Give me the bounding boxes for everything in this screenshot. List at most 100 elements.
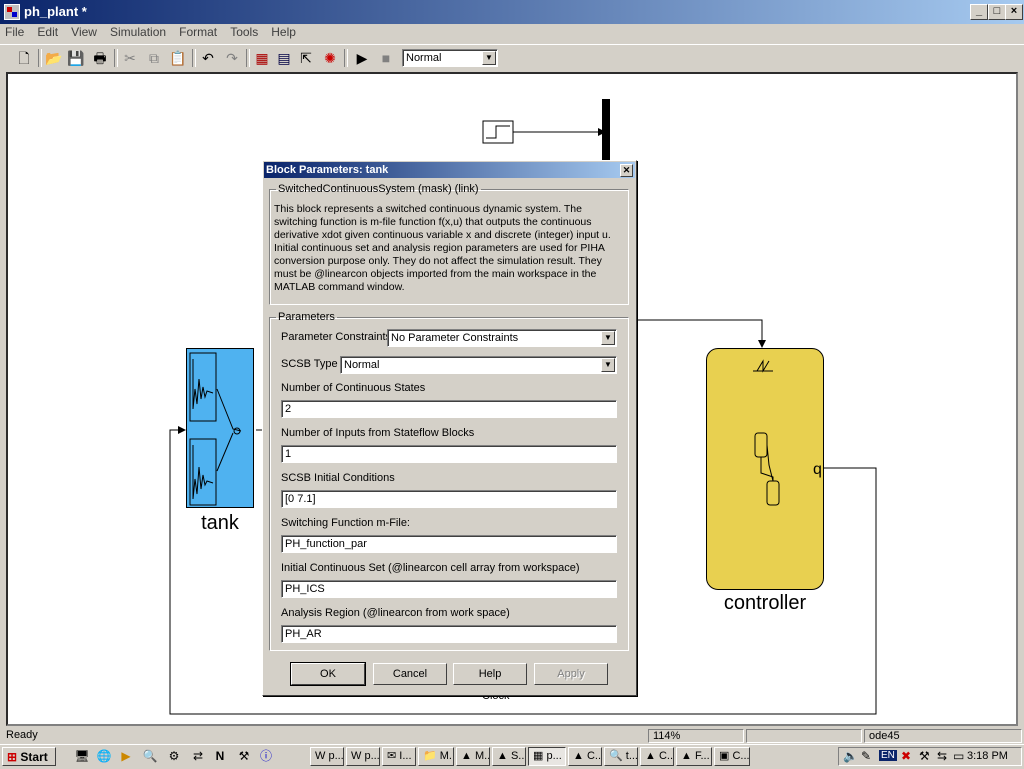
task-word-2[interactable]: W p... [346, 747, 380, 766]
controller-block[interactable]: q [706, 348, 824, 590]
quicklaunch-explorer-icon[interactable]: 🌐 [96, 748, 112, 764]
window-title-bar[interactable]: ph_plant * _ □ × [0, 0, 1024, 24]
task-label: M... [439, 750, 453, 762]
toolbar-separator [114, 49, 118, 67]
model-explorer-icon[interactable]: ▤ [274, 48, 294, 68]
cancel-button[interactable]: Cancel [373, 663, 447, 685]
dialog-title-bar[interactable]: Block Parameters: tank ✕ [264, 162, 635, 178]
window-icon: ▣ [719, 750, 730, 762]
minimize-button[interactable]: _ [970, 4, 988, 20]
menu-help[interactable]: Help [266, 24, 301, 40]
chevron-down-icon[interactable]: ▼ [601, 331, 615, 345]
initial-conditions-field[interactable]: [0 7.1] [281, 490, 617, 508]
tray-app-icon[interactable]: ✎ [861, 749, 871, 763]
save-icon[interactable]: 💾 [66, 48, 86, 68]
task-c-2[interactable]: ▲ C... [640, 747, 674, 766]
stateflow-chart-icon [753, 359, 780, 506]
print-icon[interactable]: 🖶 [90, 48, 110, 68]
scsb-type-label: SCSB Type [281, 358, 338, 370]
scsb-type-select[interactable]: Normal ▼ [340, 356, 617, 374]
tray-network-icon[interactable]: ⇆ [937, 749, 947, 763]
parameter-constraints-select[interactable]: No Parameter Constraints ▼ [387, 329, 617, 347]
quicklaunch-media-icon[interactable]: ▶ [118, 748, 134, 764]
quicklaunch-search-icon[interactable]: 🔍 [142, 748, 158, 764]
quicklaunch-desktop-icon[interactable]: 🖥 [74, 748, 90, 764]
simulation-mode-select[interactable]: Normal ▼ [402, 49, 498, 67]
new-file-icon[interactable]: 🗋 [14, 48, 34, 68]
controller-output-port-label: q [813, 461, 822, 478]
quicklaunch-network-icon[interactable]: ⇄ [190, 748, 206, 764]
simulink-icon: ▦ [533, 750, 544, 762]
mask-description: This block represents a switched continu… [274, 203, 611, 293]
task-t[interactable]: 🔍 t... [604, 747, 638, 766]
start-simulation-icon[interactable]: ▶ [352, 48, 372, 68]
tank-block[interactable] [186, 348, 254, 508]
task-label: S... [510, 750, 526, 762]
volume-icon[interactable]: 🔈 [843, 749, 858, 763]
word-icon: W [315, 750, 326, 762]
menu-format[interactable]: Format [174, 24, 222, 40]
quicklaunch-info-icon[interactable]: ⓘ [258, 748, 274, 764]
undo-icon[interactable]: ↶ [198, 48, 218, 68]
tray-tool-icon[interactable]: ⚒ [919, 749, 930, 763]
initial-set-field[interactable]: PH_ICS [281, 580, 617, 598]
tank-block-label: tank [201, 512, 239, 534]
maximize-button[interactable]: □ [988, 4, 1006, 20]
analysis-region-field[interactable]: PH_AR [281, 625, 617, 643]
tray-monitor-icon[interactable]: ▭ [953, 749, 964, 763]
redo-icon[interactable]: ↷ [222, 48, 242, 68]
task-label: C... [658, 750, 674, 762]
taskbar: ⊞ Start 🖥 🌐 ▶ 🔍 ⚙ ⇄ N ⚒ ⓘ W p... W p... … [0, 744, 1024, 769]
clock[interactable]: 3:18 PM [967, 750, 1008, 762]
menu-simulation[interactable]: Simulation [105, 24, 171, 40]
paste-icon[interactable]: 📋 [168, 48, 188, 68]
debug-icon[interactable]: ✺ [320, 48, 340, 68]
stop-simulation-icon[interactable]: ■ [376, 48, 396, 68]
help-button[interactable]: Help [453, 663, 527, 685]
open-folder-icon[interactable]: 📂 [44, 48, 64, 68]
start-button[interactable]: ⊞ Start [2, 747, 56, 766]
task-c-1[interactable]: ▲ C... [568, 747, 602, 766]
quicklaunch-settings-icon[interactable]: ⚒ [236, 748, 252, 764]
simulink-app-icon [4, 4, 20, 20]
task-folder[interactable]: 📁 M... [418, 747, 454, 766]
task-word-1[interactable]: W p... [310, 747, 344, 766]
dialog-close-icon[interactable]: ✕ [620, 164, 633, 177]
chevron-down-icon[interactable]: ▼ [482, 51, 496, 65]
apply-button[interactable]: Apply [534, 663, 608, 685]
num-inputs-field[interactable]: 1 [281, 445, 617, 463]
switching-function-field[interactable]: PH_function_par [281, 535, 617, 553]
task-inbox[interactable]: ✉ I... [382, 747, 416, 766]
search-icon: 🔍 [609, 750, 623, 762]
menu-view[interactable]: View [66, 24, 102, 40]
copy-icon[interactable]: ⧉ [144, 48, 164, 68]
language-indicator[interactable]: EN [879, 750, 897, 761]
ok-button[interactable]: OK [290, 662, 366, 686]
folder-icon: 📁 [423, 750, 437, 762]
tray-x-icon[interactable]: ✖ [901, 749, 911, 763]
toolbar: 🗋 📂 💾 🖶 ✂ ⧉ 📋 ↶ ↷ ▦ ▤ ⇱ ✺ ▶ ■ Normal ▼ [0, 44, 1024, 71]
simulation-mode-value: Normal [406, 52, 442, 64]
solver-name: ode45 [864, 729, 1022, 743]
go-to-parent-icon[interactable]: ⇱ [296, 48, 316, 68]
close-button[interactable]: × [1005, 4, 1023, 20]
task-label: p... [364, 750, 380, 762]
task-c-3[interactable]: ▣ C... [714, 747, 750, 766]
chevron-down-icon[interactable]: ▼ [601, 358, 615, 372]
library-browser-icon[interactable]: ▦ [252, 48, 272, 68]
task-simulink-active[interactable]: ▦ p... [528, 747, 566, 766]
menu-tools[interactable]: Tools [225, 24, 263, 40]
task-f[interactable]: ▲ F... [676, 747, 712, 766]
quicklaunch-n-icon[interactable]: N [212, 748, 228, 764]
tank-block-icon [189, 352, 242, 506]
task-matlab-2[interactable]: ▲ S... [492, 747, 526, 766]
num-states-field[interactable]: 2 [281, 400, 617, 418]
menu-file[interactable]: File [0, 24, 29, 40]
menu-edit[interactable]: Edit [32, 24, 63, 40]
cut-icon[interactable]: ✂ [120, 48, 140, 68]
parameter-constraints-value: No Parameter Constraints [391, 332, 519, 344]
task-matlab-1[interactable]: ▲ M... [456, 747, 490, 766]
zoom-level: 114% [648, 729, 744, 743]
quicklaunch-tool-icon[interactable]: ⚙ [166, 748, 182, 764]
task-label: M... [474, 750, 490, 762]
